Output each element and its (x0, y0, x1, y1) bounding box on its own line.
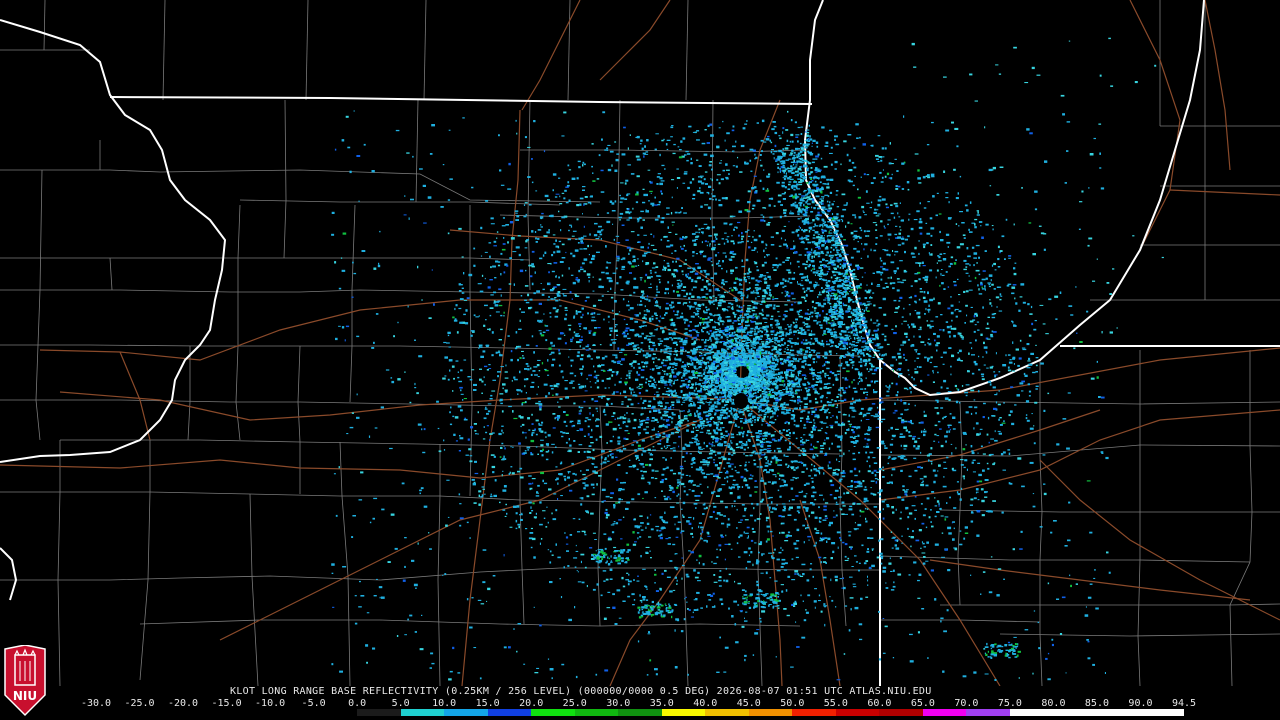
colorbar-tick-label: -25.0 (124, 698, 155, 709)
colorbar-segment (96, 709, 140, 716)
colorbar-tick-label: 40.0 (693, 698, 718, 709)
colorbar-segment (139, 709, 184, 716)
colorbar-tick-label: 10.0 (432, 698, 457, 709)
colorbar-tick-label: 35.0 (649, 698, 674, 709)
colorbar-segment (574, 709, 619, 716)
colorbar-segment (1096, 709, 1141, 716)
colorbar-segment (966, 709, 1010, 716)
colorbar-tick-label: 15.0 (475, 698, 500, 709)
colorbar-tick-label: 75.0 (997, 698, 1022, 709)
colorbar-segment (1009, 709, 1054, 716)
colorbar-segment (400, 709, 445, 716)
colorbar-segment (835, 709, 880, 716)
colorbar-tick-label: 20.0 (519, 698, 544, 709)
colorbar-segment (748, 709, 793, 716)
radar-site (734, 393, 748, 409)
niu-logo-text: NIU (12, 689, 38, 703)
colorbar-tick-label: 25.0 (562, 698, 587, 709)
colorbar-tick-label: 94.5 (1171, 698, 1197, 709)
colorbar-segment (1053, 709, 1097, 716)
colorbar-segment (270, 709, 314, 716)
niu-logo (4, 645, 46, 717)
colorbar-segment (922, 709, 967, 716)
colorbar-tick-label: 60.0 (867, 698, 892, 709)
colorbar-segment (313, 709, 358, 716)
colorbar-tick-label: -15.0 (211, 698, 242, 709)
colorbar-tick-label: -5.0 (301, 698, 326, 709)
colorbar-tick-label: -30.0 (80, 698, 112, 709)
colorbar-tick-label: -10.0 (255, 698, 286, 709)
colorbar-segment (661, 709, 706, 716)
colorbar-segment (792, 709, 836, 716)
colorbar-tick-label: 50.0 (780, 698, 805, 709)
colorbar-segment (357, 709, 401, 716)
colorbar-tick-label: 65.0 (910, 698, 935, 709)
radar-map (0, 0, 1280, 686)
colorbar-tick-label: 70.0 (954, 698, 979, 709)
colorbar-ticks: -30.0 -25.0 -20.0 -15.0 -10.0 -5.0 0.0 5.0 10.0 1… (81, 698, 1197, 709)
colorbar-segment (705, 709, 749, 716)
colorbar-tick-label: 0.0 (348, 698, 367, 709)
colorbar-tick-label: 30.0 (606, 698, 631, 709)
product-caption: KLOT LONG RANGE BASE REFLECTIVITY (0.25K… (230, 686, 932, 697)
colorbar-segment (444, 709, 488, 716)
colorbar-tick-label: -20.0 (167, 698, 199, 709)
colorbar-segment (487, 709, 532, 716)
colorbar-segment (226, 709, 271, 716)
colorbar-segment (531, 709, 575, 716)
colorbar-segment (879, 709, 923, 716)
colorbar (96, 709, 1184, 716)
colorbar-tick-label: 85.0 (1084, 698, 1109, 709)
colorbar-segment (618, 709, 662, 716)
colorbar-segment (183, 709, 227, 716)
colorbar-segment (1140, 709, 1184, 716)
colorbar-tick-label: 80.0 (1041, 698, 1066, 709)
colorbar-tick-label: 45.0 (736, 698, 761, 709)
colorbar-tick-label: 5.0 (391, 698, 410, 709)
colorbar-tick-label: 90.0 (1128, 698, 1153, 709)
colorbar-tick-label: 55.0 (823, 698, 848, 709)
